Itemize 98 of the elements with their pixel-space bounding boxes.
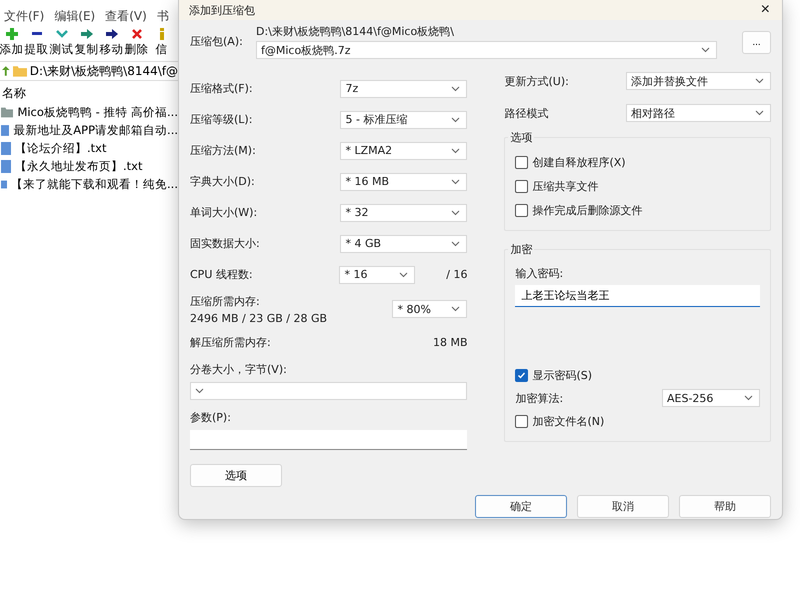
checkbox-label: 创建自释放程序(X) xyxy=(532,154,626,170)
field-label: 固实数据大小: xyxy=(190,236,260,251)
field-label: 压缩所需内存: xyxy=(190,294,261,308)
address-path: D:\来财\板烧鸭鸭\8144\f@ xyxy=(30,62,178,80)
checkbox-label: 加密文件名(N) xyxy=(532,414,604,428)
group-title: 选项 xyxy=(508,130,534,145)
archive-path: D:\来财\板烧鸭鸭\8144\f@Mico板烧鸭\ xyxy=(256,24,455,39)
thread-count: / 16 xyxy=(445,268,468,281)
chevron-down-icon xyxy=(56,28,68,40)
toolbar-button[interactable]: 复制 xyxy=(75,28,98,57)
field-label: 更新方式(U): xyxy=(504,74,569,88)
chevron-icon xyxy=(399,272,408,278)
field-label: 参数(P): xyxy=(190,410,232,425)
field-label: 单词大小(W): xyxy=(190,205,258,220)
checkbox[interactable] xyxy=(515,368,528,382)
file-name[interactable]: 最新地址及APP请发邮箱自动... xyxy=(13,122,178,138)
file-icon xyxy=(1,160,11,172)
check-icon xyxy=(517,370,526,380)
checkbox-label: 压缩共享文件 xyxy=(532,178,598,194)
toolbar-button[interactable]: 删除 xyxy=(125,28,148,57)
dialog-button[interactable]: 帮助 xyxy=(679,495,771,518)
checkbox[interactable] xyxy=(515,180,528,192)
folder-icon xyxy=(1,106,14,118)
checkbox[interactable] xyxy=(515,156,528,168)
browse-button[interactable]: ... xyxy=(742,31,771,54)
field-label: 压缩等级(L): xyxy=(190,112,252,127)
window-title: 添加到压缩包 xyxy=(189,2,255,18)
field-label: 压缩方法(M): xyxy=(190,143,256,158)
dropdown[interactable]: * 32 xyxy=(340,204,468,222)
toolbar-button[interactable]: 信 xyxy=(150,28,173,57)
dropdown[interactable]: 相对路径 xyxy=(626,104,771,122)
close-button[interactable]: × xyxy=(760,1,770,19)
toolbar-button[interactable]: 添加 xyxy=(0,28,23,57)
file-name[interactable]: Mico板烧鸭鸭 - 推特 高价福... xyxy=(17,104,178,120)
menu-item[interactable]: 文件(F) xyxy=(4,8,44,24)
folder-icon xyxy=(12,65,27,77)
dropdown[interactable]: 7z xyxy=(340,80,468,98)
options-button[interactable]: 选项 xyxy=(190,464,282,487)
checkbox-label: 操作完成后删除源文件 xyxy=(532,202,642,218)
column-header[interactable]: 名称 xyxy=(0,81,178,103)
field-label: CPU 线程数: xyxy=(190,267,253,282)
menu-item[interactable]: 查看(V) xyxy=(105,8,147,24)
dropdown[interactable]: f@Mico板烧鸭.7z xyxy=(256,41,717,59)
input-field[interactable] xyxy=(190,430,468,450)
dropdown[interactable]: * 16 MB xyxy=(340,172,468,190)
field-label: 压缩格式(F): xyxy=(190,81,253,96)
memory-reading: 18 MB xyxy=(432,336,468,348)
field-label: 路径模式 xyxy=(504,106,548,120)
file-icon xyxy=(1,142,11,154)
info-icon xyxy=(158,28,166,40)
field-label: 输入密码: xyxy=(515,266,564,281)
field-label: 压缩包(A): xyxy=(190,34,244,50)
password-field[interactable]: 上老王论坛当老王 xyxy=(515,285,760,307)
file-name[interactable]: 【论坛介绍】.txt xyxy=(15,140,106,156)
dropdown[interactable]: 5 - 标准压缩 xyxy=(340,110,468,128)
checkbox[interactable] xyxy=(515,414,528,428)
field-label: 加密算法: xyxy=(515,390,564,406)
toolbar-button[interactable]: 提取 xyxy=(25,28,48,57)
memory-reading: 2496 MB / 23 GB / 28 GB xyxy=(190,312,328,324)
file-icon xyxy=(1,178,8,190)
menu-item[interactable]: 书 xyxy=(156,8,169,24)
chevron-icon xyxy=(744,395,753,401)
field-label: 解压缩所需内存: xyxy=(190,334,271,350)
menu-item[interactable]: 编辑(E) xyxy=(54,8,96,24)
dialog-button[interactable]: 确定 xyxy=(475,495,567,518)
field-label: 分卷大小，字节(V): xyxy=(190,362,288,377)
close-icon xyxy=(130,28,142,40)
checkbox-label: 显示密码(S) xyxy=(532,368,592,382)
up-arrow-icon xyxy=(2,66,10,76)
arrow-right-icon xyxy=(106,28,118,40)
dropdown[interactable]: * 16 xyxy=(339,266,416,284)
dropdown[interactable]: * 80% xyxy=(392,300,468,318)
file-name[interactable]: 【永久地址发布页】.txt xyxy=(15,158,142,174)
chevron-icon xyxy=(451,86,460,92)
dialog-button[interactable]: 取消 xyxy=(577,495,669,518)
chevron-icon xyxy=(451,306,460,312)
chevron-icon xyxy=(755,78,764,84)
toolbar-button[interactable]: 测试 xyxy=(50,28,73,57)
group-title: 加密 xyxy=(508,242,534,257)
arrow-right-icon xyxy=(80,28,92,40)
dropdown[interactable]: * LZMA2 xyxy=(340,142,468,160)
checkbox[interactable] xyxy=(515,204,528,216)
chevron-icon xyxy=(451,116,460,122)
chevron-icon xyxy=(755,110,764,116)
chevron-icon xyxy=(195,388,204,394)
dropdown[interactable]: * 4 GB xyxy=(340,234,468,252)
field-label: 字典大小(D): xyxy=(190,174,255,189)
chevron-icon xyxy=(451,240,460,246)
plus-icon xyxy=(6,28,18,40)
dropdown[interactable]: AES-256 xyxy=(662,389,760,407)
file-icon xyxy=(1,124,10,136)
toolbar-button[interactable]: 移动 xyxy=(100,28,123,57)
file-name[interactable]: 【来了就能下载和观看！纯免... xyxy=(11,176,178,192)
chevron-icon xyxy=(451,210,460,216)
chevron-icon xyxy=(451,148,460,154)
dropdown[interactable]: 添加并替换文件 xyxy=(626,72,771,90)
chevron-icon xyxy=(701,47,710,53)
chevron-icon xyxy=(451,178,460,184)
